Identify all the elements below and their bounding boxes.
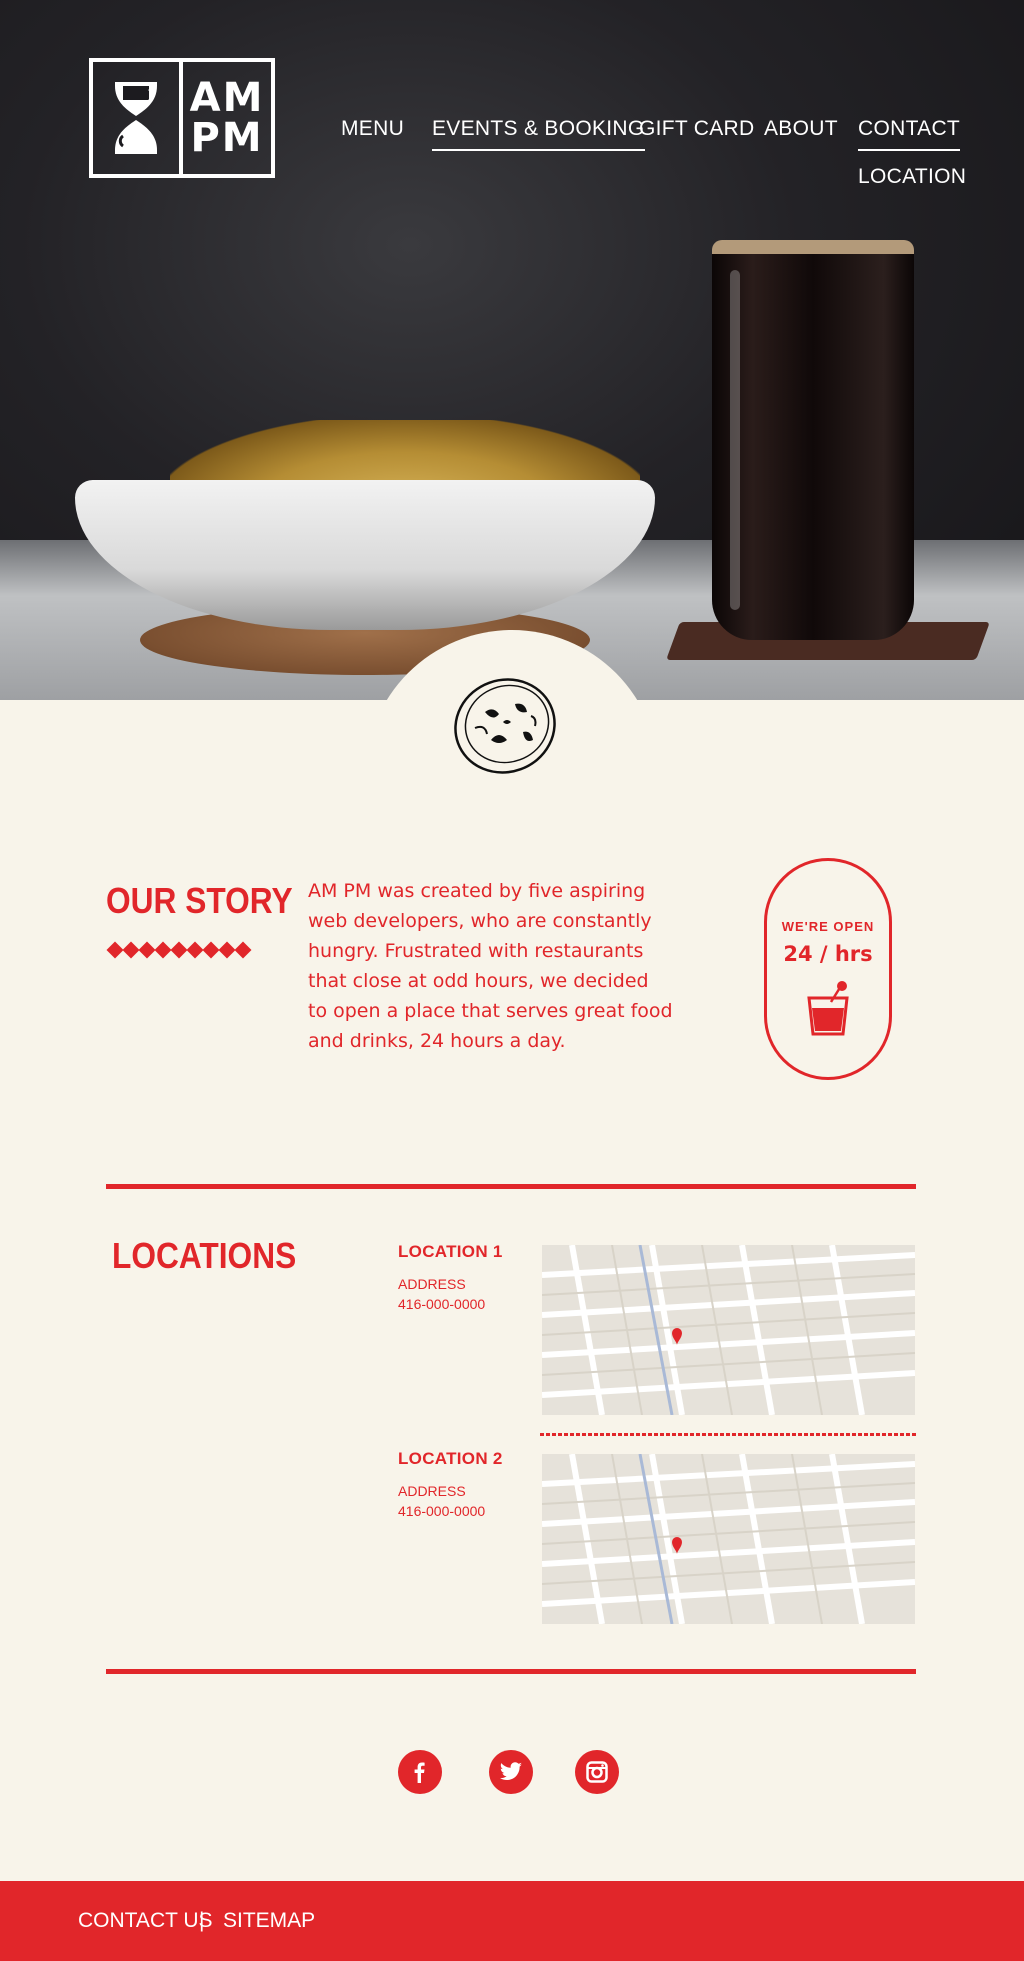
nav-about[interactable]: ABOUT [764,117,838,141]
story-line: that close at odd hours, we decided [308,970,649,992]
location-1-map[interactable] [542,1245,915,1415]
location-name: LOCATION 2 [398,1449,503,1468]
cocktail-icon [767,980,889,1041]
nav-menu[interactable]: MENU [341,117,404,141]
footer-contact-link[interactable]: CONTACT US [78,1909,213,1933]
open-label: WE'RE OPEN [781,919,875,934]
logo-am: AM [189,75,265,121]
location-2-map[interactable] [542,1454,915,1624]
footer-sitemap-link[interactable]: SITEMAP [223,1909,315,1933]
nav-gift-card[interactable]: GIFT CARD [639,117,754,141]
open-hours: 24 / hrs [783,942,873,966]
location-name: LOCATION 1 [398,1242,503,1261]
location-address: ADDRESS [398,1483,466,1499]
open-hours-badge: WE'RE OPEN 24 / hrs [764,858,892,1080]
location-phone[interactable]: 416-000-0000 [398,1501,503,1521]
nav-contact[interactable]: CONTACT [858,117,961,151]
location-1: LOCATION 1 ADDRESS 416-000-0000 [398,1242,503,1314]
logo-text: AM PM [183,62,271,174]
nav-location[interactable]: LOCATION [858,165,966,189]
location-2: LOCATION 2 ADDRESS 416-000-0000 [398,1449,503,1521]
story-line: web developers, who are constantly [308,910,652,932]
story-line: AM PM was created by five aspiring [308,880,646,902]
story-line: to open a place that serves great food [308,1000,673,1022]
hourglass-cup-icon [93,62,183,174]
beer-glass [712,240,914,640]
instagram-icon[interactable] [575,1750,619,1794]
tomato-slice-icon [445,672,565,782]
location-address: ADDRESS [398,1276,466,1292]
glass-shine [730,270,740,610]
diamond-divider [106,941,252,959]
section-rule-bottom [106,1669,916,1674]
story-title: OUR STORY [106,880,293,921]
location-phone[interactable]: 416-000-0000 [398,1294,503,1314]
logo[interactable]: AM PM [89,58,275,178]
twitter-icon[interactable] [489,1750,533,1794]
story-text: AM PM was created by five aspiring web d… [308,876,708,1056]
nav-events-booking[interactable]: EVENTS & BOOKING [432,117,645,151]
footer-separator: | [199,1909,205,1932]
logo-pm: PM [190,115,264,161]
location-separator [540,1433,916,1436]
footer: CONTACT US | SITEMAP [0,1881,1024,1961]
story-line: and drinks, 24 hours a day. [308,1030,566,1052]
story-line: hungry. Frustrated with restaurants [308,940,644,962]
locations-title: LOCATIONS [112,1235,297,1276]
section-rule-top [106,1184,916,1189]
facebook-icon[interactable] [398,1750,442,1794]
